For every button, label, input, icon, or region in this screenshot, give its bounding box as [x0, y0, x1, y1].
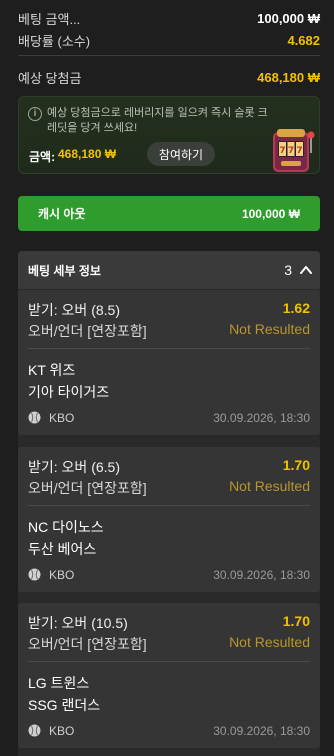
stake-value: 100,000 ₩: [257, 11, 320, 26]
bet-details-title: 베팅 세부 정보: [28, 263, 101, 278]
baseball-icon: [28, 724, 41, 737]
odds-label: 배당률 (소수): [18, 34, 91, 49]
cashout-value: 100,000 ₩: [241, 206, 300, 221]
payout-value: 468,180 ₩: [257, 70, 320, 85]
cashout-label: 캐시 아웃: [38, 207, 86, 221]
svg-text:7: 7: [288, 146, 294, 156]
bet-odds: 1.70: [282, 457, 310, 473]
bet-card: 받기: 오버 (10.5) 1.70 오버/언더 [연장포함] Not Resu…: [18, 603, 320, 748]
promo-message: 예상 당첨금으로 레버리지를 일으켜 즉시 슬롯 크레딧을 당겨 쓰세요!: [47, 107, 268, 134]
chevron-up-icon[interactable]: [300, 265, 312, 275]
odds-value: 4.682: [287, 33, 320, 48]
match-date: 30.09.2026, 18:30: [213, 724, 310, 738]
svg-text:7: 7: [296, 146, 302, 156]
bet-odds: 1.70: [282, 613, 310, 629]
svg-text:7: 7: [279, 146, 285, 156]
league-label: KBO: [49, 411, 75, 425]
stake-row: 베팅 금액... 100,000 ₩: [18, 9, 320, 28]
summary-divider: [18, 55, 320, 56]
slot-machine-icon: 7 7 7: [273, 129, 315, 172]
home-team: KT 위즈: [28, 362, 76, 378]
bet-type: 오버/언더 [연장포함]: [28, 323, 147, 339]
home-team: LG 트윈스: [28, 675, 90, 691]
card-divider: [28, 661, 310, 662]
bet-details-header[interactable]: 베팅 세부 정보 3: [18, 251, 320, 289]
bet-card: 받기: 오버 (6.5) 1.70 오버/언더 [연장포함] Not Resul…: [18, 447, 320, 592]
bet-odds: 1.62: [282, 300, 310, 316]
away-team: 두산 베어스: [28, 541, 97, 557]
baseball-icon: [28, 568, 41, 581]
league-label: KBO: [49, 724, 75, 738]
baseball-icon: [28, 411, 41, 424]
match-date: 30.09.2026, 18:30: [213, 411, 310, 425]
match-date: 30.09.2026, 18:30: [213, 568, 310, 582]
bet-market: 받기: 오버 (6.5): [28, 459, 120, 475]
info-icon: i: [28, 107, 42, 121]
bet-market: 받기: 오버 (8.5): [28, 302, 120, 318]
bet-status: Not Resulted: [229, 321, 310, 337]
bet-status: Not Resulted: [229, 478, 310, 494]
payout-row: 예상 당첨금 468,180 ₩: [18, 68, 320, 87]
bet-count: 3: [284, 262, 292, 278]
odds-row: 배당률 (소수) 4.682: [18, 31, 320, 50]
slot-promo-banner: i 예상 당첨금으로 레버리지를 일으켜 즉시 슬롯 크레딧을 당겨 쓰세요! …: [18, 96, 320, 174]
promo-amount-value: 468,180 ₩: [58, 147, 117, 161]
card-divider: [28, 348, 310, 349]
home-team: NC 다이노스: [28, 519, 104, 535]
promo-amount-label: 금액:: [29, 150, 56, 164]
bet-status: Not Resulted: [229, 634, 310, 650]
join-button[interactable]: 참여하기: [147, 142, 215, 166]
bet-type: 오버/언더 [연장포함]: [28, 636, 147, 652]
card-divider: [28, 505, 310, 506]
away-team: SSG 랜더스: [28, 697, 101, 713]
league-label: KBO: [49, 568, 75, 582]
away-team: 기아 타이거즈: [28, 384, 110, 400]
stake-label: 베팅 금액...: [18, 12, 81, 27]
cashout-button[interactable]: 캐시 아웃 100,000 ₩: [18, 196, 320, 231]
bet-market: 받기: 오버 (10.5): [28, 615, 128, 631]
bet-type: 오버/언더 [연장포함]: [28, 480, 147, 496]
bet-card: 받기: 오버 (8.5) 1.62 오버/언더 [연장포함] Not Resul…: [18, 290, 320, 435]
payout-label: 예상 당첨금: [18, 71, 82, 86]
